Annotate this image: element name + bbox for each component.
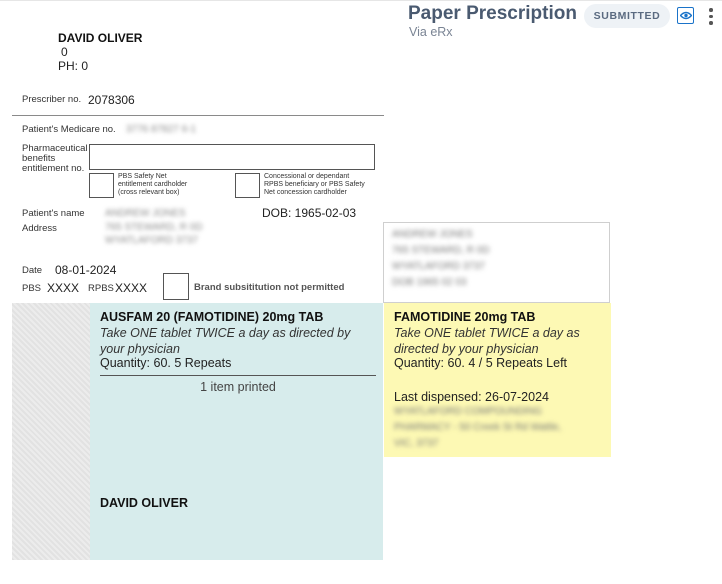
medicare-value: 3776 87827 6-1 [126,124,197,135]
card-line-3: WYATLAFORD 3737 [392,261,485,272]
prescriber-phone: PH: 0 [58,59,89,73]
patient-name-value: ANDREW JONES [105,208,186,219]
pharmacy-details: WYATLAFORD COMPOUNDING PHARMACY - 50 Cre… [394,406,562,449]
last-dispensed: Last dispensed: 26-07-2024 [394,390,549,404]
printed-item-instructions-1: Take ONE tablet TWICE a day as directed … [100,326,351,340]
address-label: Address [22,223,57,234]
brand-substitution-label: Brand subsititution not permitted [194,282,345,293]
prescriber-number-label: Prescriber no. [22,94,82,105]
pbs-label: PBS [22,283,42,294]
concession-checkbox[interactable] [235,173,260,198]
rpbs-label: RPBS [88,283,114,294]
pbs-entitlement-input[interactable] [89,144,375,170]
dispense-title: FAMOTIDINE 20mg TAB [394,310,536,324]
printed-count: 1 item printed [200,380,276,394]
card-line-4: DOB 1965 02 03 [392,277,467,288]
printed-divider [100,375,376,376]
safety-net-label: PBS Safety Net entitlement cardholder (c… [118,173,188,196]
date-label: Date [22,265,43,276]
top-divider [0,0,722,1]
dispense-instructions-1: Take ONE tablet TWICE a day as [394,326,580,340]
pbs-value: XXXX [47,281,80,295]
safety-net-checkbox[interactable] [89,173,114,198]
concession-label: Concessional or dependant RPBS beneficia… [264,173,365,196]
patient-dob: DOB: 1965-02-03 [262,206,357,220]
prescriber-number: 2078306 [88,93,135,107]
prescriber-line2: 0 [61,45,68,59]
address-line1: 765 STEWARD, R 0D [105,222,203,233]
eye-icon [679,11,692,20]
printed-item-quantity: Quantity: 60. 5 Repeats [100,356,232,370]
form-divider [12,115,384,116]
address-line2: WYATLAFORD 3737 [105,235,198,246]
signature-name: DAVID OLIVER [100,496,188,510]
page-title: Paper Prescription [408,3,577,24]
dispense-quantity: Quantity: 60. 4 / 5 Repeats Left [394,356,568,370]
card-line-2: 765 STEWARD, R 0D [392,245,490,256]
view-button[interactable] [677,7,694,24]
date-value: 08-01-2024 [55,263,117,277]
printed-item-instructions-2: your physician [100,342,180,356]
pbs-entitlement-label: Pharmaceutical benefits entitlement no. [22,143,88,174]
brand-substitution-checkbox[interactable] [163,273,189,300]
prescriber-name: DAVID OLIVER [58,31,143,45]
card-line-1: ANDREW JONES [392,229,473,240]
patient-label-card: ANDREW JONES 765 STEWARD, R 0D WYATLAFOR… [383,222,610,303]
patient-name-label: Patient's name [22,208,85,219]
page-subtitle: Via eRx [409,25,453,39]
status-badge: SUBMITTED [584,4,670,28]
tear-off-stub [12,303,90,560]
printed-item-title: AUSFAM 20 (FAMOTIDINE) 20mg TAB [100,310,324,324]
rpbs-value: XXXX [115,281,148,295]
medicare-label: Patient's Medicare no. [22,124,116,135]
dispense-instructions-2: directed by your physician [394,342,539,356]
more-vertical-icon[interactable] [708,8,714,25]
